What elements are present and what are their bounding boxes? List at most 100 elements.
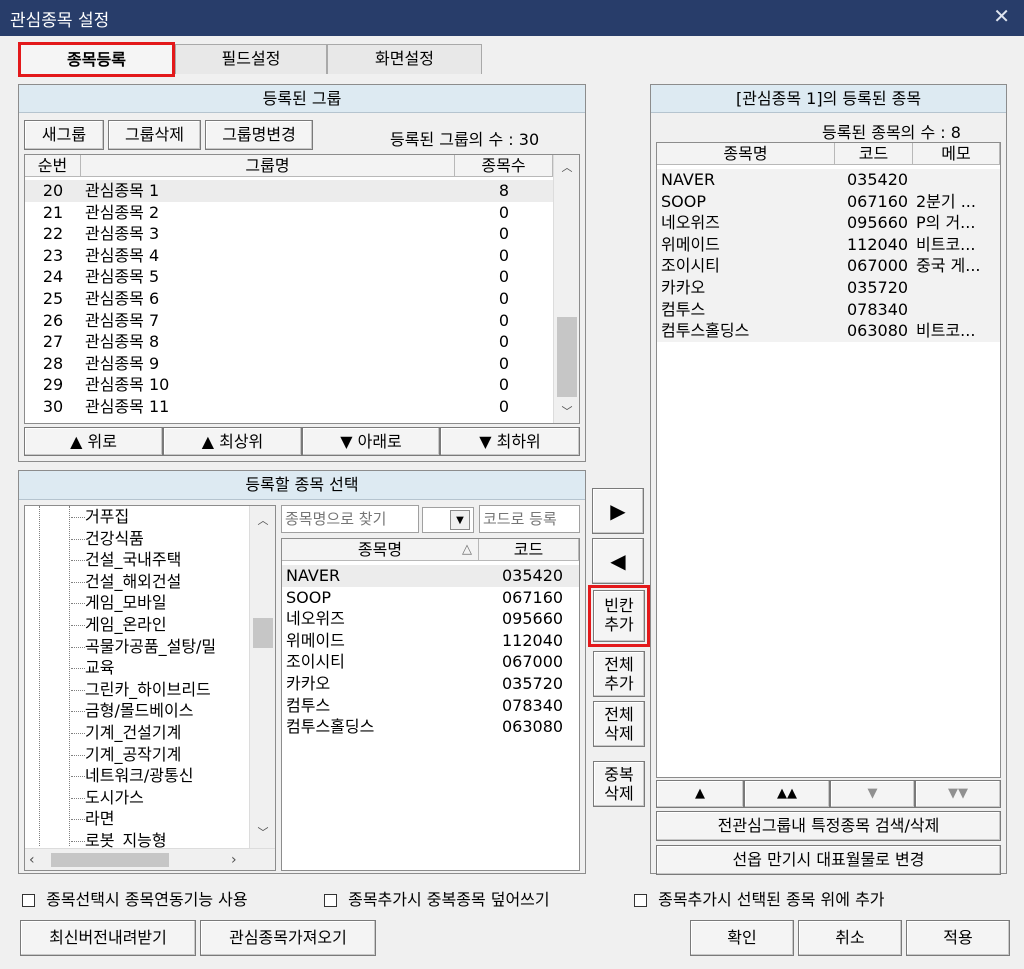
- tree-item[interactable]: 기계_공작기계: [71, 744, 251, 766]
- market-select[interactable]: ▼: [422, 507, 474, 533]
- tree-item[interactable]: 게임_온라인: [71, 614, 251, 636]
- tab-field-settings[interactable]: 필드설정: [175, 44, 327, 74]
- sync-checkbox[interactable]: [22, 894, 35, 907]
- scroll-down-icon[interactable]: ﹀: [554, 403, 580, 419]
- col-reg-name-header[interactable]: 종목명: [657, 143, 835, 165]
- col-seq-header[interactable]: 순번: [25, 155, 81, 177]
- rename-group-button[interactable]: 그룹명변경: [205, 120, 313, 150]
- list-item[interactable]: SOOP 067160: [282, 587, 579, 609]
- name-search-input[interactable]: [281, 505, 419, 533]
- search-delete-button[interactable]: 전관심그룹내 특정종목 검색/삭제: [656, 811, 1001, 841]
- dup-delete-button[interactable]: 중복 삭제: [593, 761, 645, 807]
- add-stock-button[interactable]: ▶: [592, 488, 644, 534]
- move-bottom-button[interactable]: ▼ 최하위: [440, 427, 580, 456]
- tree-scroll-left-icon[interactable]: ‹: [29, 852, 35, 868]
- scroll-up-icon[interactable]: ︿: [554, 159, 580, 175]
- table-row[interactable]: 27 관심종목 8 0: [25, 331, 553, 353]
- table-row[interactable]: 24 관심종목 5 0: [25, 266, 553, 288]
- col-reg-code-header[interactable]: 코드: [835, 143, 913, 165]
- code-search-input[interactable]: [479, 505, 580, 533]
- list-item[interactable]: 네오위즈 095660: [282, 608, 579, 630]
- close-icon[interactable]: ✕: [993, 4, 1010, 28]
- table-row[interactable]: 21 관심종목 2 0: [25, 202, 553, 224]
- tree-item[interactable]: 거푸집: [71, 506, 251, 528]
- list-item[interactable]: 카카오 035720: [282, 673, 579, 695]
- table-row[interactable]: 30 관심종목 11 0: [25, 396, 553, 418]
- table-row[interactable]: 25 관심종목 6 0: [25, 288, 553, 310]
- insert-above-checkbox-row[interactable]: 종목추가시 선택된 종목 위에 추가: [634, 886, 885, 910]
- delete-group-button[interactable]: 그룹삭제: [108, 120, 201, 150]
- ok-button[interactable]: 확인: [690, 920, 794, 956]
- tab-stock-register[interactable]: 종목등록: [18, 42, 175, 77]
- table-row[interactable]: NAVER 035420: [657, 169, 1000, 191]
- cancel-button[interactable]: 취소: [798, 920, 902, 956]
- scroll-thumb[interactable]: [557, 317, 577, 397]
- sync-checkbox-row[interactable]: 종목선택시 종목연동기능 사용: [22, 886, 248, 910]
- list-item[interactable]: 컴투스 078340: [282, 695, 579, 717]
- apply-button[interactable]: 적용: [906, 920, 1010, 956]
- remove-stock-button[interactable]: ◀: [592, 538, 644, 584]
- col-stock-name-header[interactable]: 종목명 △: [282, 539, 479, 561]
- blank-add-button[interactable]: 빈칸 추가: [593, 590, 645, 642]
- all-add-button[interactable]: 전체 추가: [593, 651, 645, 697]
- move-up-button[interactable]: ▲ 위로: [24, 427, 163, 456]
- new-group-button[interactable]: 새그룹: [24, 120, 104, 150]
- tree-scroll-right-icon[interactable]: ›: [231, 852, 237, 868]
- table-row[interactable]: 네오위즈 095660 P의 거...: [657, 212, 1000, 234]
- tree-hscroll-thumb[interactable]: [51, 853, 169, 867]
- table-row[interactable]: SOOP 067160 2분기 ...: [657, 190, 1000, 213]
- tree-item[interactable]: 네트워크/광통신: [71, 765, 251, 787]
- tree-item[interactable]: 게임_모바일: [71, 592, 251, 614]
- tree-item[interactable]: 교육: [71, 657, 251, 679]
- overwrite-checkbox[interactable]: [324, 894, 337, 907]
- tree-scroll-up-icon[interactable]: ︿: [250, 512, 275, 528]
- tree-item[interactable]: 기계_건설기계: [71, 722, 251, 744]
- reg-move-up-button[interactable]: ▲: [656, 780, 744, 808]
- table-row[interactable]: 20 관심종목 1 8: [25, 180, 553, 202]
- tree-item[interactable]: 건설_해외건설: [71, 571, 251, 593]
- download-latest-button[interactable]: 최신버전내려받기: [20, 920, 196, 956]
- insert-above-checkbox[interactable]: [634, 894, 647, 907]
- tree-scroll-thumb[interactable]: [253, 618, 273, 648]
- tree-item[interactable]: 그린카_하이브리드: [71, 679, 251, 701]
- table-row[interactable]: 28 관심종목 9 0: [25, 353, 553, 375]
- table-row[interactable]: 카카오 035720: [657, 276, 1000, 299]
- list-item[interactable]: 위메이드 112040: [282, 630, 579, 652]
- overwrite-checkbox-row[interactable]: 종목추가시 중복종목 덮어쓰기: [324, 886, 550, 910]
- reg-move-top-button[interactable]: ▲▲: [744, 780, 830, 808]
- col-count-header[interactable]: 종목수: [455, 155, 553, 177]
- col-stock-code-header[interactable]: 코드: [479, 539, 579, 561]
- tree-item[interactable]: 도시가스: [71, 787, 251, 809]
- list-item[interactable]: NAVER 035420: [282, 565, 579, 587]
- table-row[interactable]: 조이시티 067000 중국 게...: [657, 255, 1000, 277]
- tree-item[interactable]: 곡물가공품_설탕/밀: [71, 636, 251, 658]
- reg-move-down-button[interactable]: ▼: [830, 780, 915, 808]
- tree-hscrollbar[interactable]: ‹ ›: [25, 848, 275, 870]
- table-row[interactable]: 컴투스 078340: [657, 298, 1000, 321]
- list-item[interactable]: 조이시티 067000: [282, 651, 579, 673]
- col-group-name-header[interactable]: 그룹명: [81, 155, 455, 177]
- tree-item[interactable]: 라면: [71, 808, 251, 830]
- chevron-down-icon[interactable]: ▼: [450, 510, 470, 530]
- reg-move-bottom-button[interactable]: ▼▼: [915, 780, 1001, 808]
- group-list-scrollbar[interactable]: ︿ ﹀: [553, 155, 579, 423]
- table-row[interactable]: 컴투스홀딩스 063080 비트코...: [657, 320, 1000, 342]
- move-down-button[interactable]: ▼ 아래로: [302, 427, 440, 456]
- tree-vscrollbar[interactable]: ︿ ﹀: [249, 506, 275, 848]
- list-item[interactable]: 컴투스홀딩스 063080: [282, 716, 579, 738]
- tab-screen-settings[interactable]: 화면설정: [327, 44, 482, 74]
- all-delete-button[interactable]: 전체 삭제: [593, 701, 645, 747]
- table-row[interactable]: 23 관심종목 4 0: [25, 245, 553, 267]
- table-row[interactable]: 29 관심종목 10 0: [25, 374, 553, 396]
- table-row[interactable]: 위메이드 112040 비트코...: [657, 233, 1000, 256]
- move-top-button[interactable]: ▲ 최상위: [163, 427, 302, 456]
- col-reg-memo-header[interactable]: 메모: [913, 143, 1000, 165]
- table-row[interactable]: 22 관심종목 3 0: [25, 223, 553, 245]
- option-change-button[interactable]: 선옵 만기시 대표월물로 변경: [656, 845, 1001, 875]
- tree-item[interactable]: 건강식품: [71, 528, 251, 550]
- import-watchlist-button[interactable]: 관심종목가져오기: [200, 920, 376, 956]
- table-row[interactable]: 26 관심종목 7 0: [25, 310, 553, 332]
- tree-item[interactable]: 금형/몰드베이스: [71, 700, 251, 722]
- tree-scroll-down-icon[interactable]: ﹀: [250, 824, 275, 840]
- tree-item[interactable]: 건설_국내주택: [71, 549, 251, 571]
